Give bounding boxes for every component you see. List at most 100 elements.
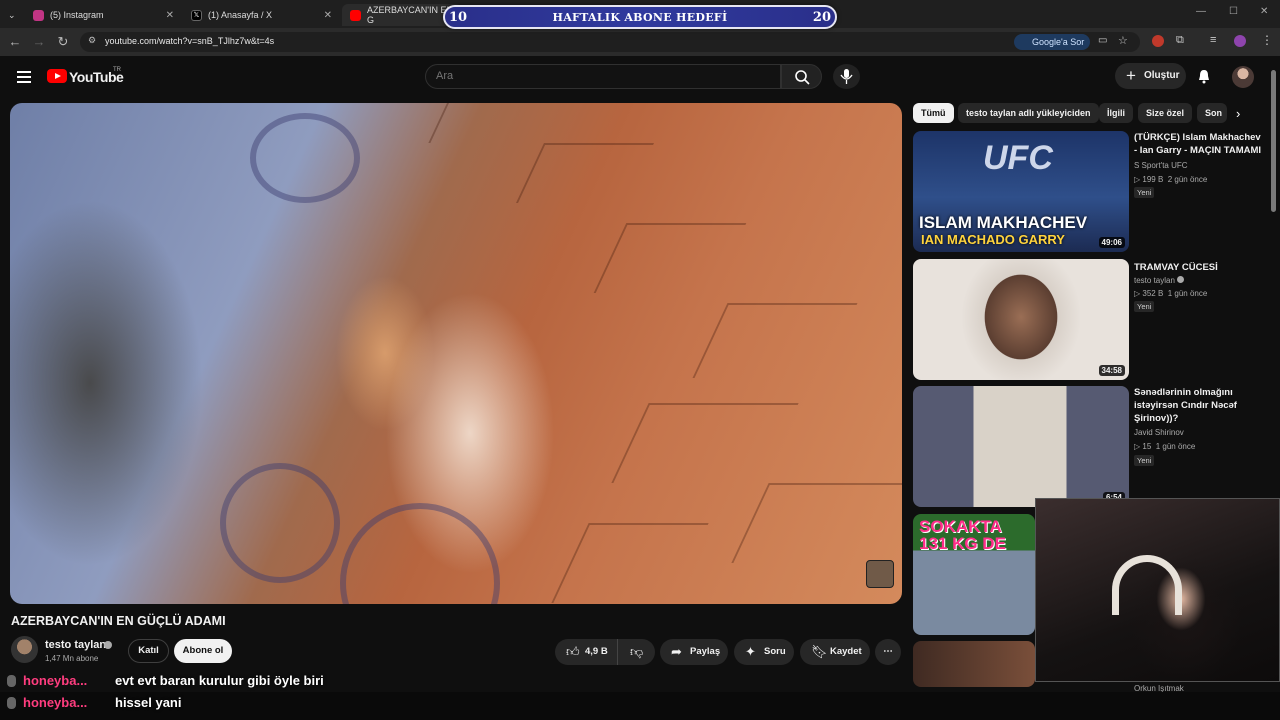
- new-badge: Yeni: [1134, 187, 1155, 198]
- share-button[interactable]: ➦ Paylaş: [660, 639, 728, 665]
- google-ask-button[interactable]: Google'a Sor: [1014, 34, 1091, 50]
- search-input[interactable]: [436, 70, 756, 82]
- upload-age: 2 gün önce: [1167, 175, 1208, 184]
- thumbs-down-icon: 👎︎: [630, 644, 644, 659]
- bookmark-icon: 🔖︎: [811, 644, 828, 659]
- thumb-headline: SOKAKTA 131 KG DE: [919, 517, 1006, 553]
- reload-icon[interactable]: ↻: [55, 34, 71, 50]
- extension-badge-icon[interactable]: [1152, 35, 1164, 47]
- floor-tile-pattern: [340, 503, 500, 604]
- share-label: Paylaş: [690, 646, 721, 657]
- minimize-icon[interactable]: —: [1196, 6, 1206, 17]
- video-thumbnail[interactable]: 34:58: [913, 259, 1129, 380]
- search-box[interactable]: [425, 64, 781, 89]
- tab-instagram[interactable]: (5) Instagram ✕: [25, 4, 180, 26]
- page-scrollbar[interactable]: [1271, 70, 1276, 212]
- video-thumbnail[interactable]: [913, 641, 1035, 687]
- kebab-menu-icon[interactable]: ⋮: [1261, 33, 1273, 47]
- subscriber-goal-widget: 10 HAFTALIK ABONE HEDEFİ 20: [443, 5, 837, 29]
- extensions-icon[interactable]: ⧉: [1176, 34, 1184, 47]
- cast-icon[interactable]: ▭: [1098, 35, 1107, 46]
- new-badge: Yeni: [1134, 455, 1155, 466]
- star-icon[interactable]: ☆: [1118, 34, 1128, 47]
- close-icon[interactable]: ✕: [324, 10, 332, 21]
- ask-button[interactable]: ✦ Soru: [734, 639, 794, 665]
- close-icon[interactable]: ✕: [166, 10, 174, 21]
- recommendation-item[interactable]: UFC ISLAM MAKHACHEV IAN MACHADO GARRY 49…: [913, 131, 1271, 252]
- channel-avatar[interactable]: [11, 636, 38, 663]
- channel-name: testo taylan: [1134, 276, 1175, 285]
- youtube-icon: [350, 9, 361, 21]
- view-count: 352 B: [1142, 289, 1164, 298]
- reading-list-icon[interactable]: ≡: [1210, 34, 1216, 46]
- region-label: TR: [113, 67, 121, 73]
- join-button[interactable]: Katıl: [128, 639, 169, 663]
- view-count: 15: [1142, 442, 1152, 451]
- recommendation-meta: ▷ 352 B 1 gün önce: [1134, 289, 1208, 298]
- recommendation-item[interactable]: 6:54 Sənədlərinin olmağını istəyirsən Cı…: [913, 386, 1271, 507]
- site-info-icon[interactable]: ⚙: [88, 35, 96, 46]
- tab-label: (5) Instagram: [50, 10, 104, 20]
- youtube-header: YouTube TR Oluştur: [0, 56, 1280, 100]
- video-player[interactable]: [10, 103, 902, 604]
- goal-end: 20: [812, 10, 831, 25]
- thumbs-up-icon: 👍︎: [566, 644, 580, 659]
- chip-recent[interactable]: Son: [1197, 103, 1227, 123]
- video-thumbnail[interactable]: SOKAKTA 131 KG DE: [913, 514, 1035, 635]
- chip-for-you[interactable]: Size özel: [1138, 103, 1193, 123]
- channel-name[interactable]: testo taylan: [45, 639, 106, 651]
- microphone-icon: [840, 69, 853, 84]
- like-button[interactable]: 👍︎ 4,9 B: [555, 639, 617, 665]
- more-horizontal-icon: ⋯: [883, 646, 893, 657]
- youtube-logo-icon[interactable]: [47, 69, 67, 83]
- video-thumbnail[interactable]: UFC ISLAM MAKHACHEV IAN MACHADO GARRY 49…: [913, 131, 1129, 252]
- subscribe-button[interactable]: Abone ol: [174, 639, 232, 663]
- recommendation-title[interactable]: (TÜRKÇE) Islam Makhachev - Ian Garry - M…: [1134, 131, 1266, 157]
- dislike-button[interactable]: 👎︎: [617, 639, 655, 665]
- recommendation-channel[interactable]: S Sport'ta UFC: [1134, 161, 1188, 170]
- recommendation-item[interactable]: 34:58 TRAMVAY CÜCESİ testo taylan ▷ 352 …: [913, 259, 1271, 380]
- address-bar[interactable]: ⚙ youtube.com/watch?v=snB_TJlhz7w&t=4s G…: [80, 32, 1140, 52]
- voice-search-button[interactable]: [833, 64, 860, 89]
- chat-message: honeyba... hissel yani: [0, 692, 1280, 720]
- chat-username: honeyba...: [23, 695, 88, 710]
- channel-watermark[interactable]: [866, 560, 894, 588]
- create-button[interactable]: Oluştur: [1115, 63, 1186, 89]
- recommendation-channel[interactable]: Javid Shirinov: [1134, 428, 1184, 437]
- url-text: youtube.com/watch?v=snB_TJlhz7w&t=4s: [105, 36, 275, 46]
- chevron-right-icon[interactable]: ›: [1236, 106, 1240, 121]
- thumb-headline: ISLAM MAKHACHEV: [919, 213, 1088, 232]
- wall-brick: [593, 223, 747, 293]
- user-avatar[interactable]: [1232, 66, 1254, 88]
- wall-brick: [692, 303, 858, 378]
- google-ask-label: Google'a Sor: [1032, 37, 1085, 47]
- back-arrow-icon[interactable]: ←: [7, 34, 23, 50]
- video-title: AZERBAYCAN'IN EN GÜÇLÜ ADAMI: [11, 614, 226, 628]
- save-button[interactable]: 🔖︎ Kaydet: [800, 639, 870, 665]
- wall-brick: [611, 403, 799, 483]
- subscriber-count: 1,47 Mn abone: [45, 654, 99, 663]
- more-actions-button[interactable]: ⋯: [875, 639, 901, 665]
- recommendation-title[interactable]: TRAMVAY CÜCESİ: [1134, 261, 1266, 274]
- chip-all[interactable]: Tümü: [913, 103, 954, 123]
- recommendation-channel[interactable]: testo taylan: [1134, 276, 1185, 285]
- chat-text: hissel yani: [115, 695, 182, 710]
- verified-badge-icon: [104, 641, 112, 649]
- tab-label: (1) Anasayfa / X: [208, 10, 273, 20]
- search-button[interactable]: [781, 64, 822, 89]
- notifications-bell-icon[interactable]: [1197, 69, 1211, 84]
- window-close-icon[interactable]: ✕: [1260, 6, 1268, 17]
- profile-icon[interactable]: [1234, 35, 1246, 47]
- tab-list-button[interactable]: ⌄: [0, 4, 24, 26]
- chip-from-uploader[interactable]: testo taylan adlı yükleyiciden: [958, 103, 1099, 123]
- wall-brick: [428, 103, 542, 143]
- recommendation-title[interactable]: Sənədlərinin olmağını istəyirsən Cındır …: [1134, 386, 1266, 425]
- x-logo-icon: 𝕏: [191, 9, 202, 21]
- maximize-icon[interactable]: ☐: [1229, 6, 1238, 17]
- chat-badge-icon: [7, 675, 16, 687]
- tab-x[interactable]: 𝕏 (1) Anasayfa / X ✕: [183, 4, 338, 26]
- hamburger-menu-icon[interactable]: [17, 71, 31, 83]
- video-thumbnail[interactable]: 6:54: [913, 386, 1129, 507]
- forward-arrow-icon[interactable]: →: [31, 34, 47, 50]
- chip-related[interactable]: İlgili: [1099, 103, 1133, 123]
